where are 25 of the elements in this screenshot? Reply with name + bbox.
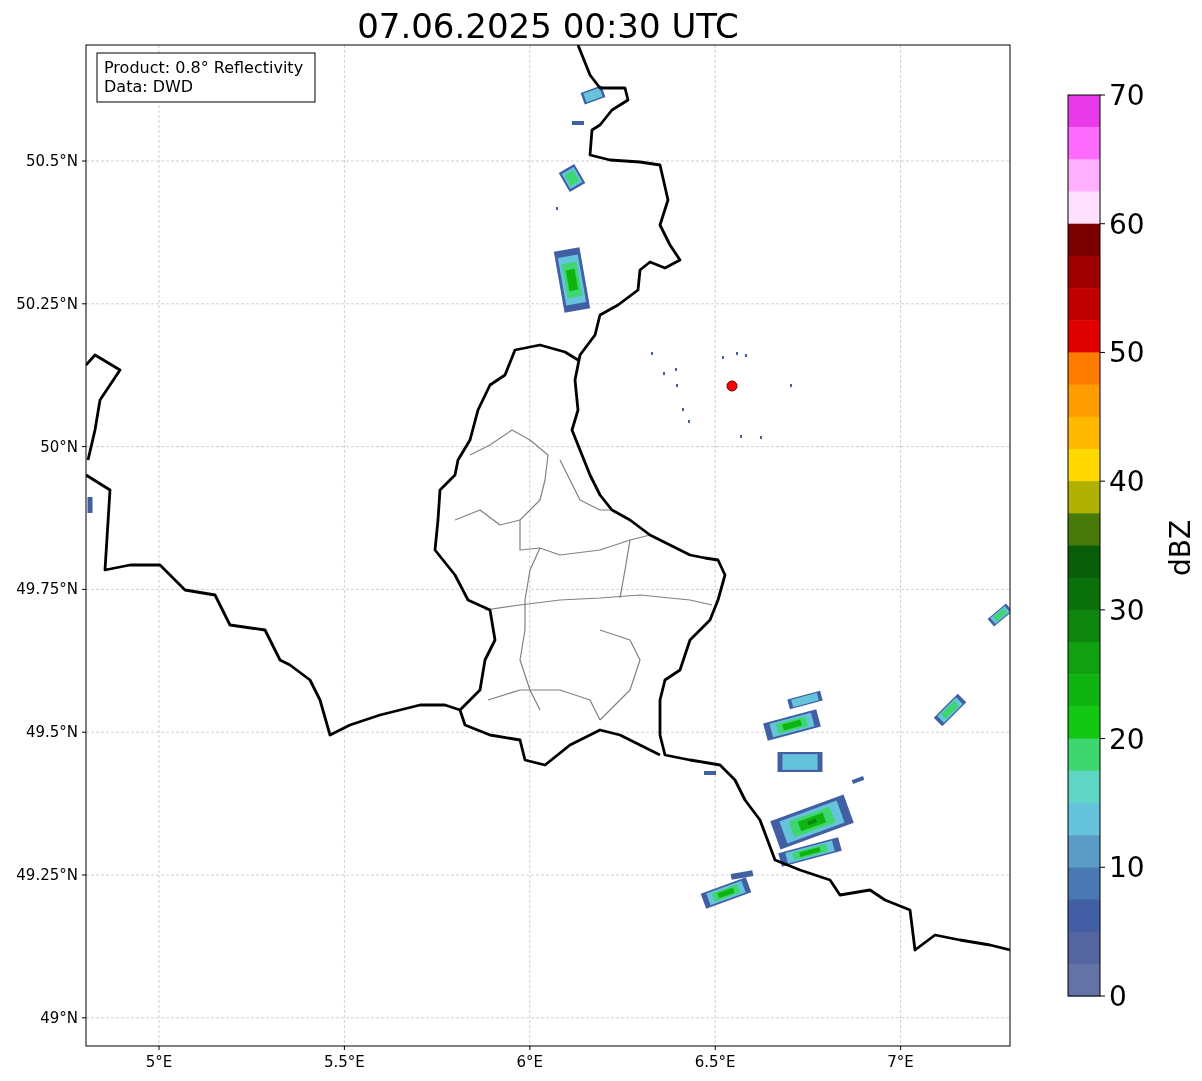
colorbar-tick-label: 10 bbox=[1109, 851, 1145, 885]
x-tick-label: 7°E bbox=[887, 1053, 914, 1071]
y-tick-label: 49.5°N bbox=[25, 723, 78, 742]
y-tick-label: 50°N bbox=[40, 437, 78, 456]
radar-site-marker bbox=[726, 380, 738, 392]
x-tick-label: 6°E bbox=[516, 1053, 544, 1071]
colorbar-label: dBZ bbox=[1164, 519, 1197, 577]
chart-title: 07.06.2025 00:30 UTC bbox=[357, 6, 739, 46]
colorbar-tick-label: 0 bbox=[1109, 980, 1127, 1013]
x-tick-label: 5°E bbox=[145, 1053, 173, 1071]
colorbar-tick-label: 30 bbox=[1109, 593, 1145, 627]
x-tick-label: 5.5°E bbox=[324, 1053, 365, 1071]
y-tick-label: 49.25°N bbox=[16, 866, 78, 884]
x-tick-label: 6.5°E bbox=[694, 1053, 736, 1071]
colorbar-tick-label: 40 bbox=[1109, 465, 1145, 499]
y-tick-label: 50.5°N bbox=[25, 152, 78, 170]
colorbar-tick-label: 70 bbox=[1109, 79, 1145, 112]
colorbar-tick-label: 20 bbox=[1109, 722, 1145, 756]
y-tick-label: 49.75°N bbox=[16, 580, 78, 599]
colorbar-tick-label: 50 bbox=[1109, 336, 1145, 370]
y-tick-label: 50.25°N bbox=[16, 294, 78, 313]
info-text: Data: DWD bbox=[104, 77, 194, 96]
info-text: Product: 0.8° Reflectivity bbox=[104, 58, 304, 77]
y-tick-label: 49°N bbox=[40, 1008, 78, 1027]
colorbar-tick-label: 60 bbox=[1109, 207, 1145, 241]
